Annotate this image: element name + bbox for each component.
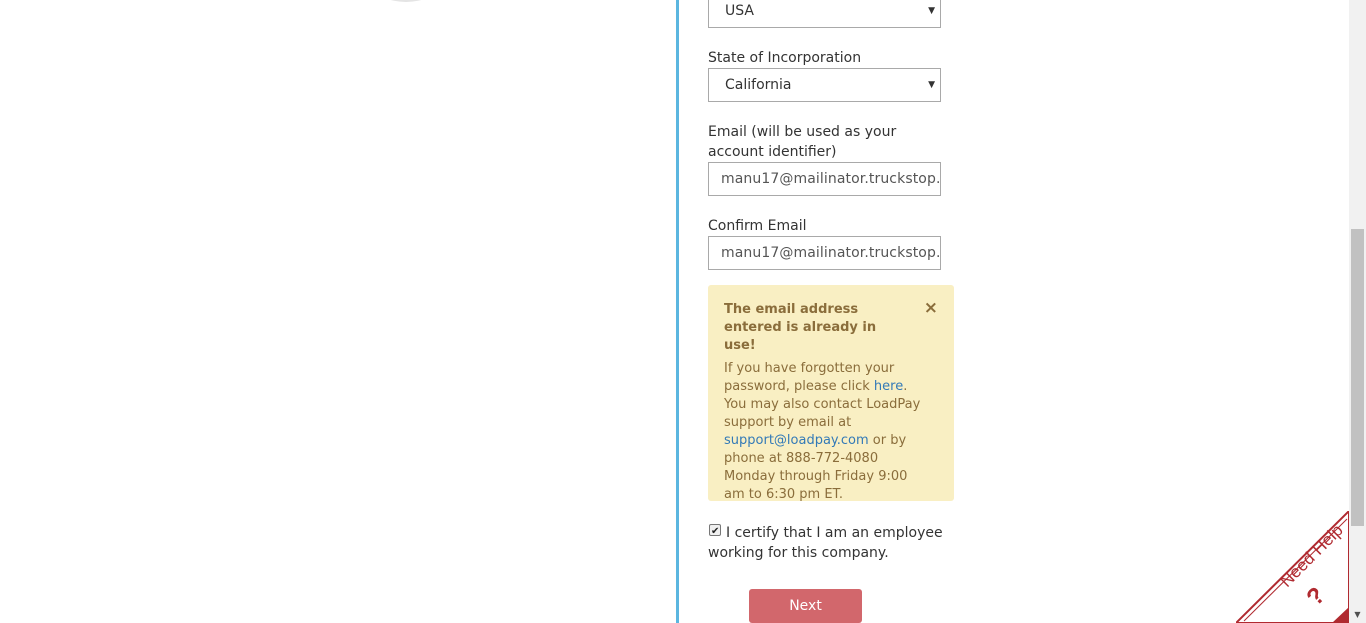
state-select[interactable]: California ▼ — [708, 68, 941, 102]
country-select-value: USA — [725, 3, 754, 19]
dropdown-arrow-icon: ▼ — [928, 6, 935, 16]
decorative-circle — [345, 0, 467, 2]
certify-checkbox[interactable] — [709, 522, 721, 542]
alert-text-1: If you have forgotten your password, ple… — [724, 361, 895, 394]
scrollbar-thumb[interactable] — [1351, 229, 1364, 526]
vertical-scrollbar[interactable]: ▼ — [1349, 0, 1366, 623]
left-panel — [0, 0, 676, 623]
close-icon[interactable]: × — [924, 298, 938, 318]
panel-divider — [676, 0, 679, 623]
confirm-email-label: Confirm Email — [708, 218, 807, 234]
certify-row: I certify that I am an employee working … — [708, 522, 948, 563]
email-label: Email (will be used as your account iden… — [708, 124, 897, 160]
next-button[interactable]: Next — [749, 589, 862, 623]
alert-title: The email address entered is already in … — [724, 302, 877, 353]
support-email-link[interactable]: support@loadpay.com — [724, 433, 869, 448]
state-select-value: California — [725, 77, 792, 93]
confirm-email-field[interactable]: manu17@mailinator.truckstop.com — [708, 236, 941, 270]
certify-label: I certify that I am an employee working … — [708, 525, 943, 561]
email-in-use-alert: The email address entered is already in … — [708, 285, 954, 504]
dropdown-arrow-icon: ▼ — [928, 80, 935, 90]
alert-body: If you have forgotten your password, ple… — [724, 360, 924, 504]
email-field[interactable]: manu17@mailinator.truckstop.com — [708, 162, 941, 196]
state-label: State of Incorporation — [708, 50, 862, 66]
page: USA ▼ State of Incorporation California … — [0, 0, 1366, 623]
scroll-down-arrow-icon[interactable]: ▼ — [1349, 607, 1366, 623]
forgot-password-link[interactable]: here — [874, 379, 903, 394]
country-select[interactable]: USA ▼ — [708, 0, 941, 28]
